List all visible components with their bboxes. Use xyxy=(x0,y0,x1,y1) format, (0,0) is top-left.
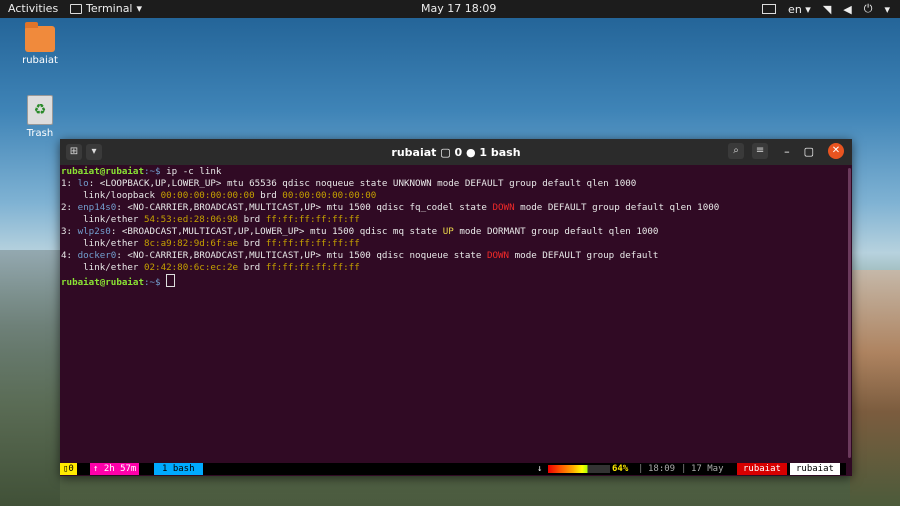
battery-arrow: ↓ xyxy=(537,464,543,474)
wifi-icon: ◥ xyxy=(822,2,832,16)
prompt-line: rubaiat@rubaiat:~$ xyxy=(61,274,176,288)
command-text: ip -c link xyxy=(160,166,222,177)
desktop-home-icon[interactable]: rubaiat xyxy=(10,22,70,66)
tmux-status-bar: ▯0 ↑ 2h 57m 1 bash ↓ 64% | 18:09 | 17 Ma… xyxy=(60,463,846,475)
text-cursor xyxy=(166,274,176,287)
terminal-output[interactable]: rubaiat@rubaiat:~$ ip -c link 1: lo: <LO… xyxy=(60,166,847,462)
desktop-trash-label: Trash xyxy=(26,128,54,139)
chevron-down-icon: ▾ xyxy=(884,2,890,16)
power-icon: ⏻ xyxy=(863,2,873,15)
volume-icon: ◀ xyxy=(843,2,852,16)
chevron-down-icon: ▾ xyxy=(136,2,143,15)
battery-bar xyxy=(548,465,610,473)
close-button[interactable]: ✕ xyxy=(828,143,844,159)
prompt-line: rubaiat@rubaiat:~$ ip -c link xyxy=(61,166,221,177)
clock[interactable]: May 17 18:09 xyxy=(421,2,496,15)
screen-icon xyxy=(762,4,777,14)
wallpaper-city-right xyxy=(850,270,900,506)
status-time: 18:09 xyxy=(648,464,676,474)
status-host: rubaiat xyxy=(737,463,787,475)
uptime-indicator: ↑ 2h 57m xyxy=(90,463,140,475)
scrollbar[interactable] xyxy=(846,166,852,462)
output-line: 3: wlp2s0: <BROADCAST,MULTICAST,UP,LOWER… xyxy=(61,226,659,237)
language-indicator[interactable]: en ▾ xyxy=(788,3,811,16)
desktop-home-label: rubaiat xyxy=(22,55,58,66)
output-line: link/ether 54:53:ed:28:06:98 brd ff:ff:f… xyxy=(61,214,360,225)
output-line: 2: enp14s0: <NO-CARRIER,BROADCAST,MULTIC… xyxy=(61,202,720,213)
wallpaper-city-left xyxy=(0,250,60,506)
activities-button[interactable]: Activities xyxy=(8,2,58,15)
app-menu-label: Terminal xyxy=(86,2,133,15)
window-indicator[interactable]: 1 bash xyxy=(154,463,203,475)
session-indicator: ▯0 xyxy=(60,463,77,475)
language-label: en xyxy=(788,2,802,16)
output-line: link/loopback 00:00:00:00:00:00 brd 00:0… xyxy=(61,190,377,201)
output-line: 4: docker0: <NO-CARRIER,BROADCAST,MULTIC… xyxy=(61,250,659,261)
trash-icon: ♻ xyxy=(27,95,53,125)
prompt-sep: :~$ xyxy=(143,166,161,177)
app-menu[interactable]: Terminal ▾ xyxy=(70,2,142,15)
system-tray[interactable]: en ▾ ◥ ◀ ⏻ ▾ xyxy=(762,2,890,16)
home-folder-icon xyxy=(25,22,55,52)
scrollbar-thumb[interactable] xyxy=(848,168,851,458)
top-bar: Activities Terminal ▾ May 17 18:09 en ▾ … xyxy=(0,0,900,18)
terminal-icon xyxy=(70,3,82,14)
terminal-window: ⊞ ▾ rubaiat ▢ 0 ● 1 bash ⌕ ≡ – ▢ ✕ rubai… xyxy=(60,139,852,476)
desktop-trash-icon[interactable]: ♻ Trash xyxy=(10,95,70,139)
output-line: 1: lo: <LOOPBACK,UP,LOWER_UP> mtu 65536 … xyxy=(61,178,637,189)
search-button[interactable]: ⌕ xyxy=(728,143,745,159)
maximize-button[interactable]: ▢ xyxy=(804,145,814,158)
battery-percent: 64% xyxy=(612,464,629,474)
status-user: rubaiat xyxy=(790,463,840,475)
minimize-button[interactable]: – xyxy=(784,145,790,158)
hamburger-menu-button[interactable]: ≡ xyxy=(752,143,769,159)
window-titlebar[interactable]: ⊞ ▾ rubaiat ▢ 0 ● 1 bash ⌕ ≡ – ▢ ✕ xyxy=(60,139,852,165)
prompt-user: rubaiat@rubaiat xyxy=(61,166,144,177)
status-date: 17 May xyxy=(691,464,724,474)
output-line: link/ether 8c:a9:82:9d:6f:ae brd ff:ff:f… xyxy=(61,238,360,249)
output-line: link/ether 02:42:80:6c:ec:2e brd ff:ff:f… xyxy=(61,262,360,273)
